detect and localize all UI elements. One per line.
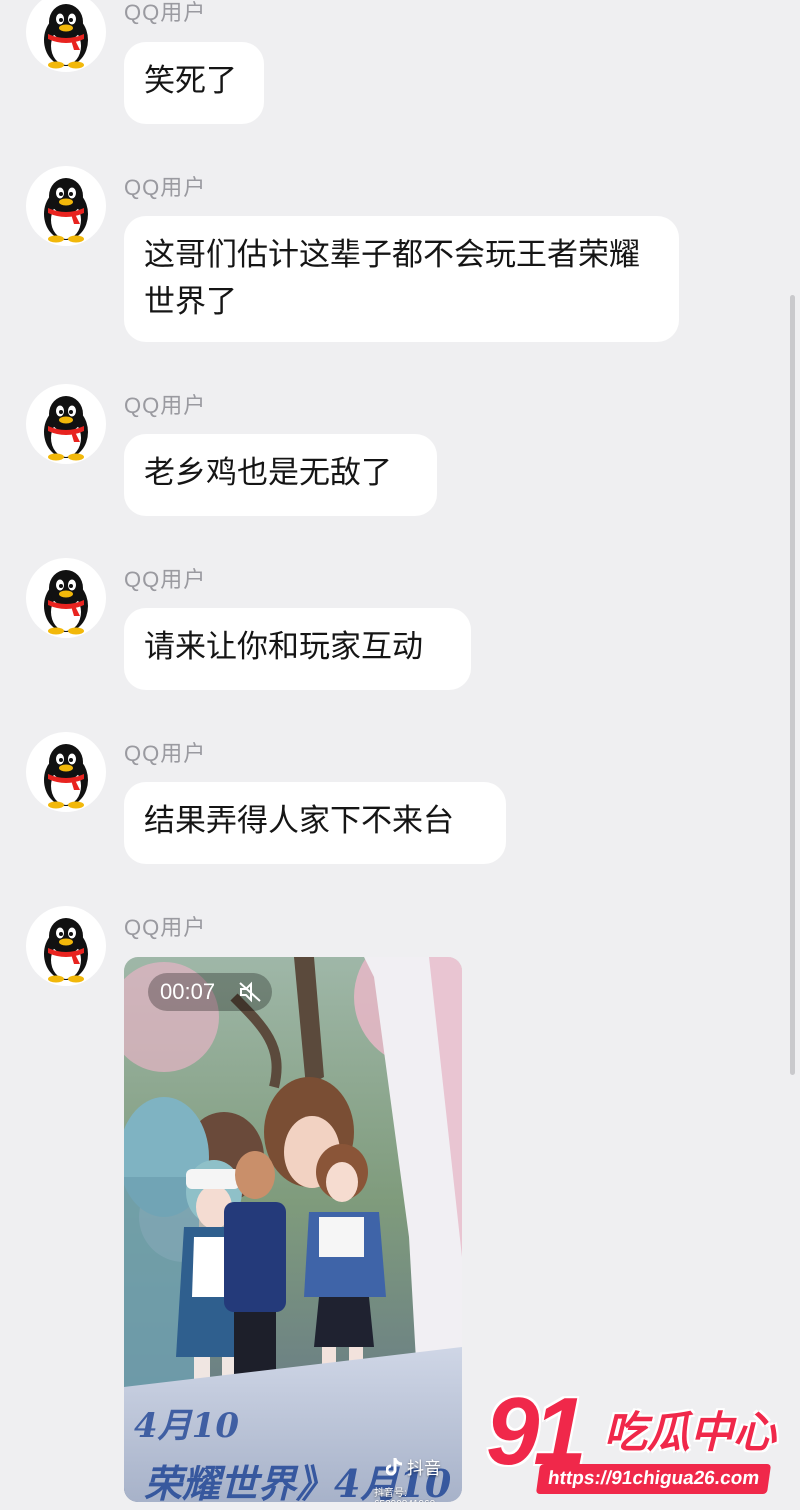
qq-penguin-icon xyxy=(26,0,106,72)
banner-text: 4月10 xyxy=(134,1406,239,1446)
sender-name: QQ用户 xyxy=(124,175,207,200)
watermark-logo-text: 吃瓜中心 xyxy=(604,1408,776,1458)
avatar[interactable] xyxy=(26,732,106,812)
sender-name: QQ用户 xyxy=(124,0,207,25)
qq-penguin-icon xyxy=(26,384,106,464)
speaker-muted-icon[interactable] xyxy=(238,981,262,1003)
douyin-logo-icon xyxy=(386,1457,403,1475)
message-bubble[interactable]: 老乡鸡也是无敌了 xyxy=(124,434,437,516)
video-thumbnail: 4月10 荣耀世界》4月10 xyxy=(124,957,462,1502)
sender-name: QQ用户 xyxy=(124,741,207,766)
avatar[interactable] xyxy=(26,166,106,246)
douyin-id: 抖音号: 65290841960 xyxy=(374,1488,435,1502)
qq-penguin-icon xyxy=(26,906,106,986)
video-message[interactable]: 4月10 荣耀世界》4月10 00:07 抖音 抖音号: 65290841960 xyxy=(124,957,462,1502)
message-bubble[interactable]: 结果弄得人家下不来台 xyxy=(124,782,506,864)
video-duration: 00:07 xyxy=(148,973,272,1011)
scrollbar[interactable] xyxy=(790,295,795,1075)
qq-penguin-icon xyxy=(26,166,106,246)
qq-penguin-icon xyxy=(26,558,106,638)
sender-name: QQ用户 xyxy=(124,567,207,592)
avatar[interactable] xyxy=(26,0,106,72)
avatar[interactable] xyxy=(26,384,106,464)
sender-name: QQ用户 xyxy=(124,393,207,418)
watermark-url: https://91chigua26.com xyxy=(535,1464,772,1494)
message-bubble[interactable]: 笑死了 xyxy=(124,42,264,124)
message-bubble[interactable]: 请来让你和玩家互动 xyxy=(124,608,471,690)
douyin-watermark: 抖音 xyxy=(386,1454,441,1479)
qq-penguin-icon xyxy=(26,732,106,812)
avatar[interactable] xyxy=(26,906,106,986)
avatar[interactable] xyxy=(26,558,106,638)
message-bubble[interactable]: 这哥们估计这辈子都不会玩王者荣耀世界了 xyxy=(124,216,679,342)
sender-name: QQ用户 xyxy=(124,915,207,940)
